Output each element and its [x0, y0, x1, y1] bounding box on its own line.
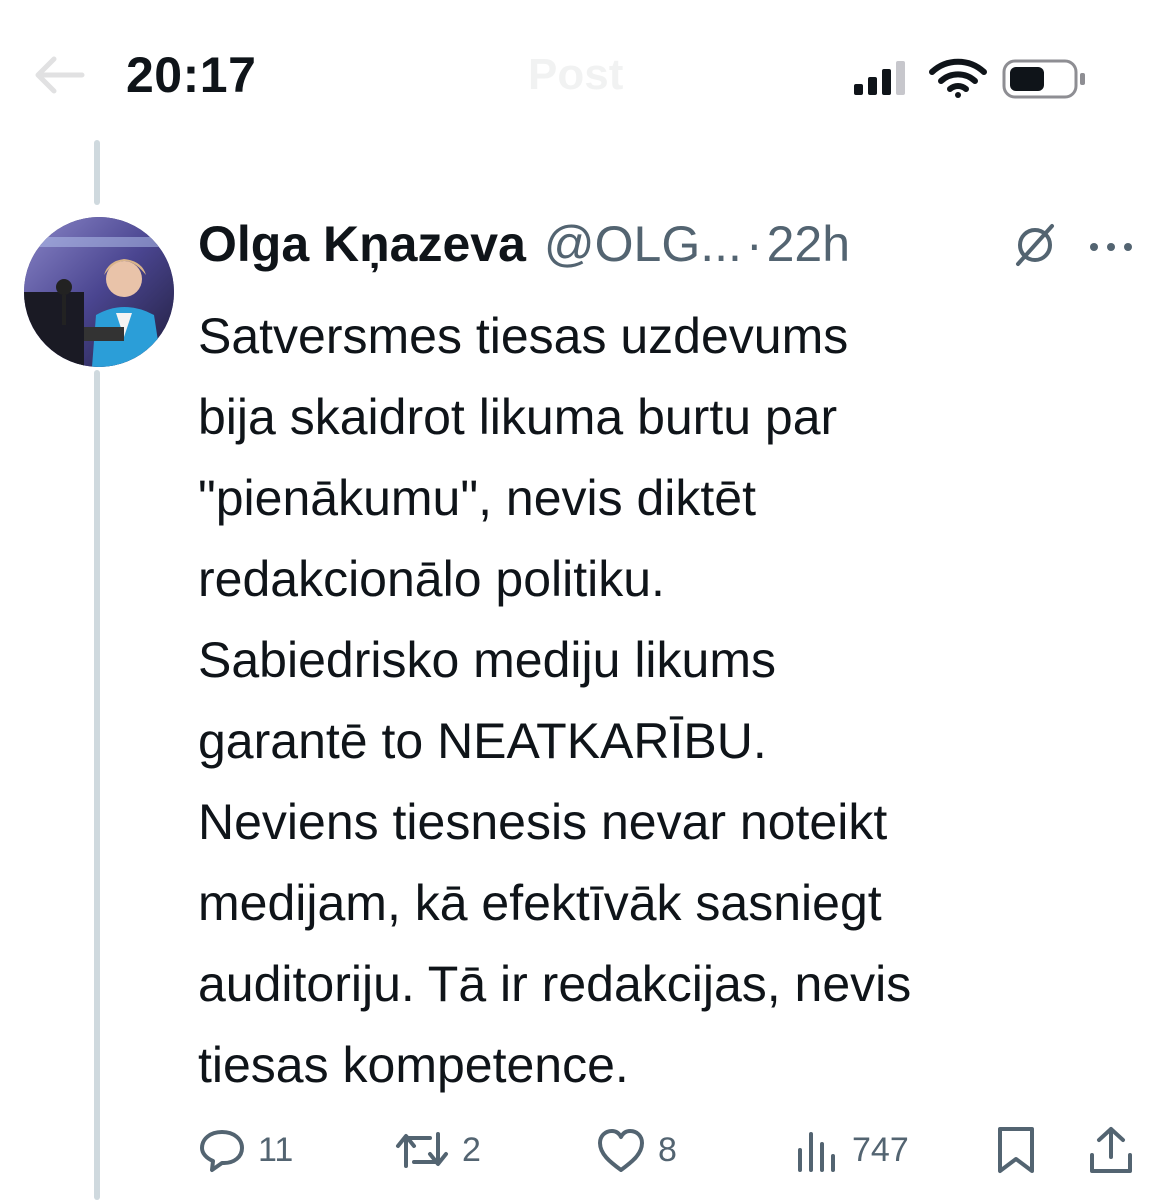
bookmark-icon — [998, 1127, 1034, 1173]
reply-count: 11 — [258, 1130, 294, 1169]
tweet-text-line: redakcionālo politiku. — [198, 551, 665, 607]
tweet-text-line: garantē to NEATKARĪBU. — [198, 713, 767, 769]
reply-button[interactable]: 11 — [198, 1120, 293, 1180]
repost-count: 2 — [462, 1130, 481, 1169]
reply-icon — [200, 1130, 244, 1172]
back-arrow-icon[interactable] — [30, 55, 86, 95]
heart-icon — [598, 1129, 644, 1172]
tweet-text-line: bija skaidrot likuma burtu par — [198, 389, 838, 445]
tweet-text-line: medijam, kā efektīvāk sasniegt — [198, 875, 882, 931]
page-title: Post — [528, 50, 624, 99]
author-name[interactable]: Olga Kņazeva — [198, 215, 526, 273]
views-count: 747 — [852, 1130, 909, 1169]
tweet-text-line: auditoriju. Tā ir redakcijas, nevis — [198, 956, 912, 1012]
share-button[interactable] — [1088, 1120, 1134, 1180]
views-chart-icon — [798, 1132, 835, 1172]
thread-connector-line — [94, 140, 100, 205]
tweet-header: Olga Kņazeva @OLG... · 22h — [198, 215, 850, 279]
avatar-photo — [24, 217, 174, 367]
tweet-text-line: Satversmes tiesas uzdevums — [198, 308, 849, 364]
repost-button[interactable]: 2 — [394, 1120, 481, 1180]
header-separator: · — [745, 216, 763, 272]
grok-icon[interactable] — [1012, 222, 1058, 268]
more-options-icon[interactable] — [1086, 232, 1136, 262]
post-age[interactable]: 22h — [767, 215, 850, 273]
tweet-text: Satversmes tiesas uzdevums bija skaidrot… — [198, 296, 1138, 1106]
wifi-icon — [929, 58, 987, 98]
status-bar: 20:17 Post — [0, 0, 1166, 150]
avatar[interactable] — [24, 217, 174, 367]
tweet-text-line: Neviens tiesnesis nevar noteikt — [198, 794, 888, 850]
bookmark-button[interactable] — [994, 1120, 1038, 1180]
battery-icon — [1002, 59, 1085, 99]
cellular-signal-icon — [854, 61, 905, 95]
author-handle[interactable]: @OLG... — [544, 215, 742, 273]
like-button[interactable]: 8 — [596, 1120, 677, 1180]
tweet-text-line: "pienākumu", nevis diktēt — [198, 470, 757, 526]
status-time: 20:17 — [126, 47, 257, 103]
share-icon — [1090, 1127, 1132, 1173]
tweet-text-line: Sabiedrisko mediju likums — [198, 632, 777, 688]
thread-connector-line — [94, 370, 100, 1200]
repost-icon — [396, 1132, 448, 1168]
views-button[interactable]: 747 — [796, 1120, 909, 1180]
like-count: 8 — [658, 1130, 677, 1169]
tweet-text-line: tiesas kompetence. — [198, 1037, 629, 1093]
